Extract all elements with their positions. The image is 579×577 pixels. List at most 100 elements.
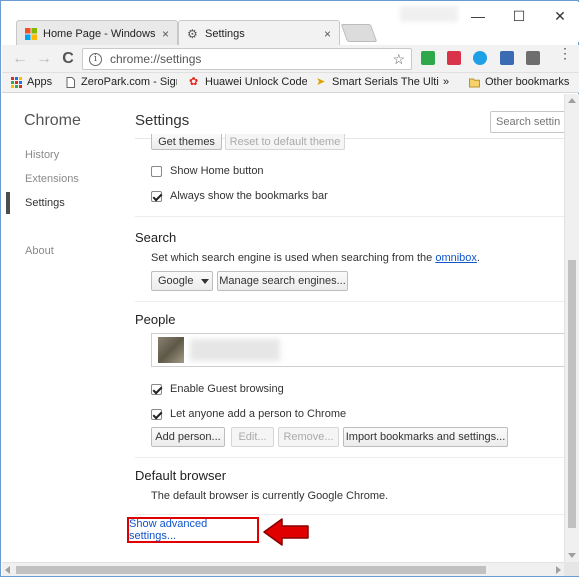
extension-person-icon[interactable] — [500, 51, 514, 65]
section-divider — [135, 514, 564, 515]
chevron-down-icon — [201, 278, 210, 284]
section-divider — [135, 457, 564, 458]
scroll-down-icon[interactable] — [568, 553, 576, 558]
tab-label: Home Page - Windows T — [43, 27, 158, 40]
gear-icon: ⚙ — [187, 26, 198, 41]
default-browser-description: The default browser is currently Google … — [151, 490, 389, 502]
import-bookmarks-button[interactable]: Import bookmarks and settings... — [343, 427, 508, 447]
sidebar: Chrome History Extensions Settings About — [2, 94, 122, 562]
chrome-menu-icon[interactable]: ⋮ — [558, 46, 572, 60]
scroll-right-icon[interactable] — [556, 566, 561, 574]
checkbox-label: Always show the bookmarks bar — [170, 190, 328, 202]
reload-icon[interactable]: C — [59, 50, 77, 68]
windows-logo-icon — [25, 27, 37, 40]
bookmark-label: Other bookmarks — [485, 76, 570, 88]
omnibox-link[interactable]: omnibox — [435, 252, 477, 264]
tab-close-icon[interactable]: × — [324, 27, 331, 41]
sidebar-item-history[interactable]: History — [25, 149, 59, 161]
skype-icon[interactable] — [473, 51, 487, 65]
vertical-scroll-thumb[interactable] — [568, 260, 576, 528]
tab-close-icon[interactable]: × — [162, 27, 169, 41]
sidebar-item-extensions[interactable]: Extensions — [25, 173, 79, 185]
extension-green-icon[interactable] — [421, 51, 435, 65]
checkbox-box[interactable] — [151, 165, 162, 177]
checkbox-box[interactable] — [151, 383, 162, 395]
bookmark-zeropark[interactable]: ZeroPark.com - Sign i — [65, 76, 177, 88]
red-arrow-annotation-icon — [263, 518, 309, 546]
manage-search-engines-button[interactable]: Manage search engines... — [217, 271, 348, 291]
page-content: Chrome History Extensions Settings About… — [2, 94, 564, 562]
tab-settings[interactable]: ⚙ Settings × — [178, 20, 340, 46]
bookmark-label: Huawei Unlock Code — [205, 76, 307, 88]
people-section-title: People — [135, 312, 176, 327]
minimize-icon[interactable]: — — [471, 8, 485, 24]
close-window-icon[interactable]: ✕ — [553, 8, 567, 25]
tab-label: Settings — [205, 27, 245, 40]
apps-grid-icon — [11, 76, 22, 88]
huawei-logo-icon: ✿ — [189, 76, 199, 88]
sidebar-title: Chrome — [24, 112, 81, 129]
sidebar-item-settings[interactable]: Settings — [25, 197, 65, 209]
sidebar-item-about[interactable]: About — [25, 245, 54, 257]
url-text: chrome://settings — [110, 52, 202, 66]
forward-icon[interactable]: → — [35, 50, 53, 68]
show-advanced-settings-link[interactable]: Show advanced settings... — [127, 517, 259, 543]
checkbox-box[interactable] — [151, 408, 162, 420]
bookmarks-overflow-icon[interactable]: » — [443, 76, 449, 88]
maximize-icon[interactable]: ☐ — [512, 8, 526, 25]
settings-main: Settings Get themes Reset to default the… — [127, 94, 564, 562]
address-bar[interactable]: i chrome://settings ☆ — [82, 48, 412, 70]
people-list[interactable] — [151, 333, 564, 367]
bookmark-apps[interactable]: Apps — [11, 76, 52, 88]
anyone-add-person-checkbox[interactable]: Let anyone add a person to Chrome — [151, 408, 346, 420]
bookmark-huawei[interactable]: ✿ Huawei Unlock Code — [189, 76, 307, 88]
horizontal-scroll-thumb[interactable] — [16, 566, 486, 574]
checkbox-label: Let anyone add a person to Chrome — [170, 408, 347, 420]
bookmark-star-icon[interactable]: ☆ — [392, 51, 405, 68]
toolbar: ← → C i chrome://settings ☆ ⋮ — [2, 45, 579, 73]
bookmark-label: Apps — [27, 76, 53, 88]
scroll-up-icon[interactable] — [568, 98, 576, 103]
checkbox-label: Enable Guest browsing — [170, 383, 284, 395]
search-settings-input[interactable] — [490, 111, 564, 133]
profile-name-blurred — [190, 339, 280, 361]
tab-strip: Home Page - Windows T × ⚙ Settings × — ☐… — [2, 2, 579, 46]
back-icon[interactable]: ← — [11, 50, 29, 68]
bookmark-label: Smart Serials The Ulti — [332, 76, 439, 88]
sidebar-active-indicator — [6, 192, 10, 214]
download-icon[interactable] — [526, 51, 540, 65]
bookmarks-bar: Apps ZeroPark.com - Sign i ✿ Huawei Unlo… — [2, 73, 579, 93]
new-tab-button[interactable] — [340, 24, 378, 42]
page-title: Settings — [135, 112, 190, 129]
page-icon — [66, 76, 75, 88]
horizontal-scrollbar[interactable] — [2, 562, 564, 576]
edit-person-button[interactable]: Edit... — [231, 427, 274, 447]
reset-theme-button[interactable]: Reset to default theme — [225, 134, 345, 150]
show-home-button-checkbox[interactable]: Show Home button — [151, 165, 264, 177]
checkbox-label: Show Home button — [170, 165, 264, 177]
info-icon[interactable]: i — [89, 52, 102, 66]
tab-home-page[interactable]: Home Page - Windows T × — [16, 20, 178, 46]
get-themes-button[interactable]: Get themes — [151, 134, 222, 150]
checkbox-box[interactable] — [151, 190, 162, 202]
add-person-button[interactable]: Add person... — [151, 427, 225, 447]
default-browser-section-title: Default browser — [135, 468, 227, 483]
vertical-scrollbar[interactable] — [564, 94, 579, 562]
bookmark-smart-serials[interactable]: ➤ Smart Serials The Ulti — [316, 76, 457, 88]
section-divider — [135, 301, 564, 302]
show-bookmarks-bar-checkbox[interactable]: Always show the bookmarks bar — [151, 190, 328, 202]
serials-icon: ➤ — [316, 76, 326, 88]
bookmark-label: ZeroPark.com - Sign i — [81, 76, 177, 88]
browser-window: Home Page - Windows T × ⚙ Settings × — ☐… — [0, 0, 579, 577]
remove-person-button[interactable]: Remove... — [278, 427, 339, 447]
profile-name-blurred — [400, 6, 458, 22]
avatar — [158, 337, 184, 363]
bookmark-other[interactable]: Other bookmarks — [469, 76, 569, 88]
folder-icon — [469, 78, 480, 87]
scroll-left-icon[interactable] — [5, 566, 10, 574]
search-description: Set which search engine is used when sea… — [151, 252, 480, 264]
guest-browsing-checkbox[interactable]: Enable Guest browsing — [151, 383, 284, 395]
section-divider — [135, 216, 564, 217]
extension-red-icon[interactable] — [447, 51, 461, 65]
search-engine-select[interactable]: Google — [151, 271, 213, 291]
